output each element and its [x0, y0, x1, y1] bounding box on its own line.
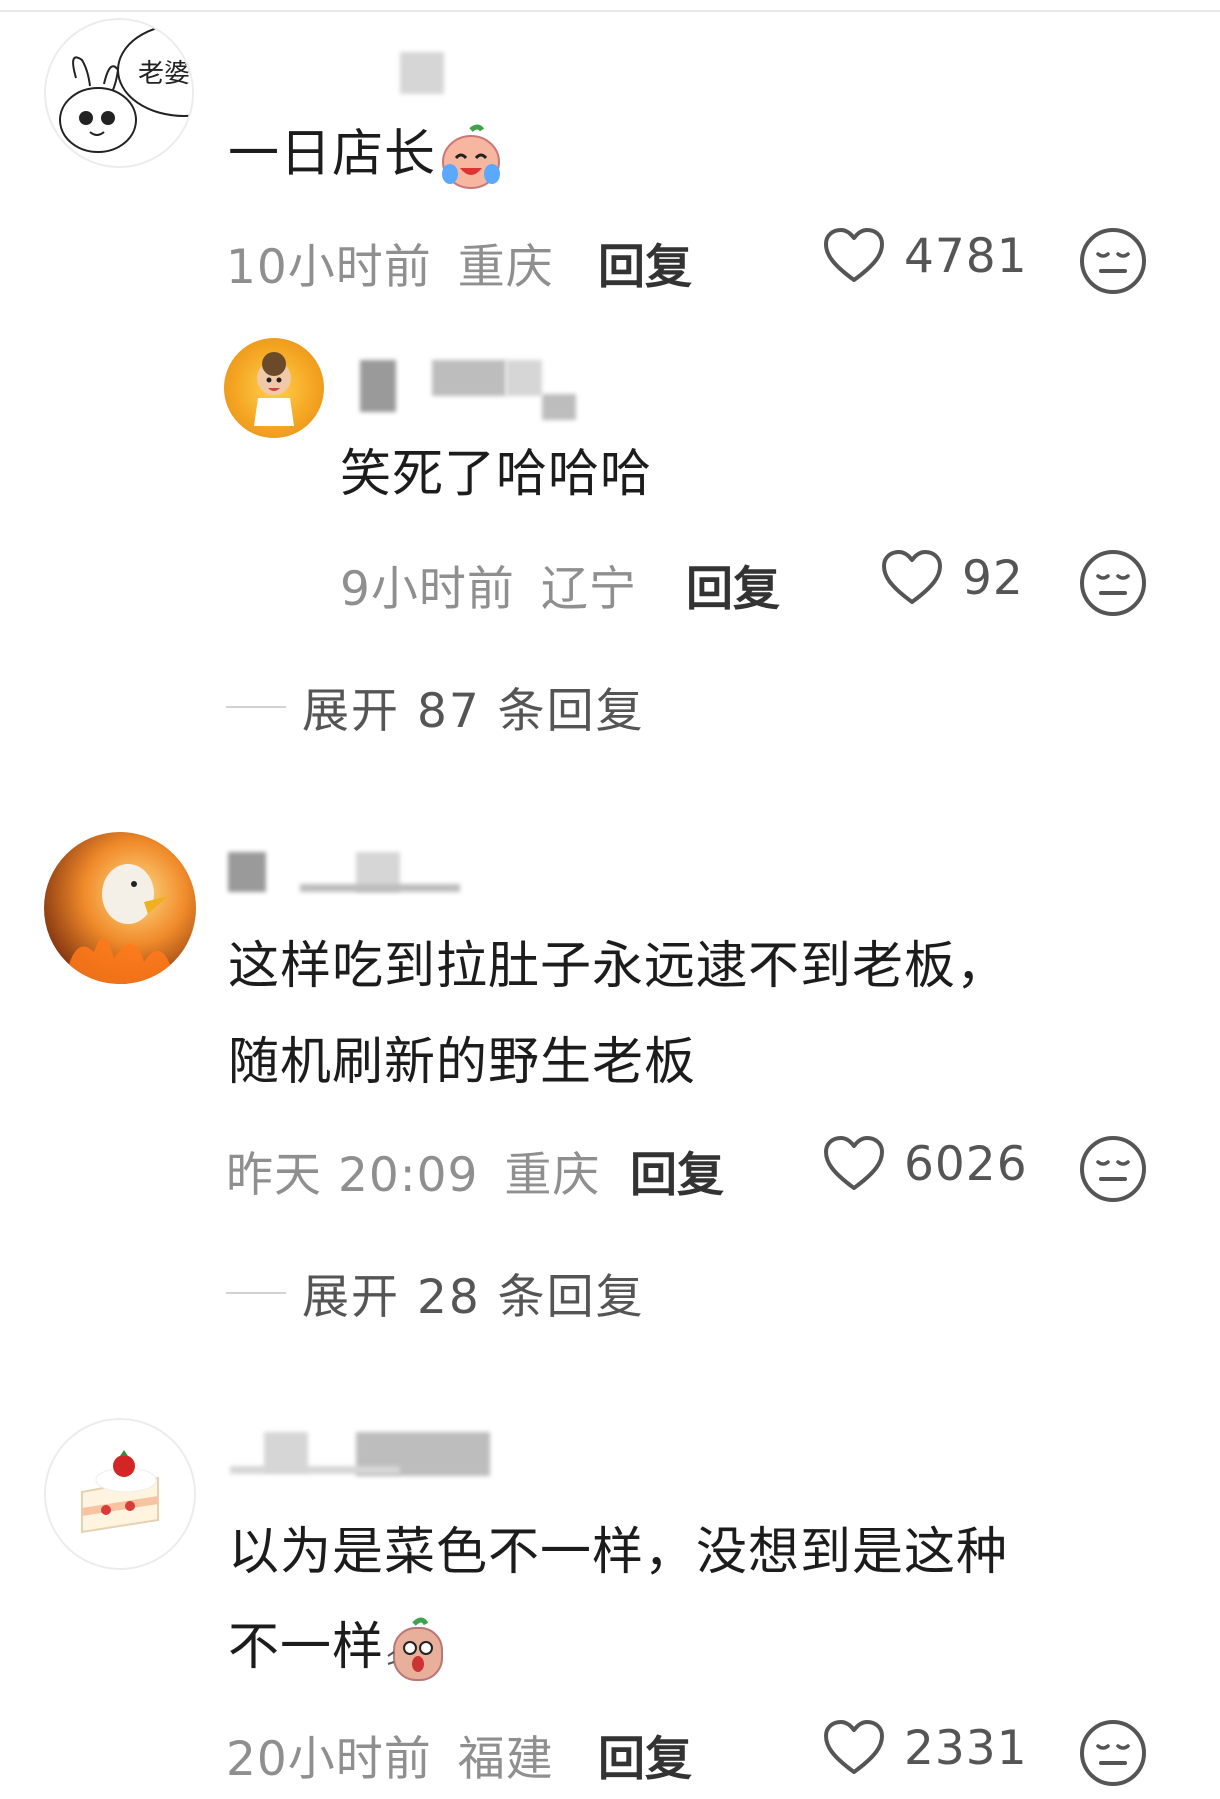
reply-like-count: 92 — [962, 550, 1024, 606]
reply-username-blurred-4[interactable] — [542, 394, 576, 420]
top-divider — [0, 0, 1220, 12]
dislike-face-icon[interactable] — [1078, 1134, 1148, 1204]
comment-text-line1: 以为是菜色不一样，没想到是这种 — [228, 1523, 1009, 1582]
crying-laughing-emoji-icon — [442, 124, 501, 189]
strawberry-cake-avatar-icon — [81, 1450, 159, 1534]
username-blurred[interactable] — [400, 52, 444, 94]
comment-location: 福建 — [457, 1732, 554, 1787]
comment-time: 10小时前 — [226, 240, 432, 295]
reply-location: 辽宁 — [540, 562, 637, 617]
expand-replies-button[interactable]: 展开 28 条回复 — [226, 1258, 645, 1327]
duck-fire-avatar-icon — [64, 864, 176, 984]
like-button[interactable]: 6026 — [822, 1134, 1028, 1194]
expand-divider — [226, 705, 286, 708]
reply-button[interactable]: 回复 — [598, 1720, 692, 1789]
heart-icon — [824, 1136, 884, 1190]
comment-text-line2: 随机刷新的野生老板 — [228, 1033, 697, 1092]
username-blurred-3[interactable] — [230, 1466, 400, 1474]
reply-button[interactable]: 回复 — [598, 228, 692, 297]
bunny-avatar-icon: 老婆 — [59, 23, 192, 153]
baby-avatar-icon — [254, 352, 294, 426]
reply-reply-button[interactable]: 回复 — [686, 550, 780, 619]
reply-username-blurred[interactable] — [360, 360, 396, 412]
like-count: 2331 — [904, 1720, 1028, 1776]
comment-text: 一日店长 — [228, 122, 506, 192]
expand-replies-label: 展开 28 条回复 — [302, 1270, 645, 1325]
reply-text: 笑死了哈哈哈 — [340, 445, 653, 504]
heart-icon — [824, 228, 884, 282]
comment-text-line2: 不一样 — [228, 1616, 452, 1684]
dislike-face-icon[interactable] — [1078, 226, 1148, 296]
like-count: 4781 — [904, 228, 1028, 284]
comment-meta: 20小时前 福建 — [226, 1720, 554, 1789]
reply-meta: 9小时前 辽宁 — [340, 550, 637, 619]
avatar[interactable] — [44, 1418, 196, 1570]
avatar[interactable] — [44, 832, 196, 984]
expand-replies-label: 展开 87 条回复 — [302, 684, 645, 739]
comment-meta: 10小时前 重庆 — [226, 228, 554, 297]
avatar[interactable]: 老婆 — [44, 18, 194, 168]
heart-icon — [882, 550, 942, 604]
like-button[interactable]: 4781 — [822, 226, 1028, 286]
reply-button[interactable]: 回复 — [630, 1136, 724, 1205]
comment-text-content: 一日店长 — [228, 125, 437, 184]
comment-time: 昨天 20:09 — [226, 1148, 479, 1203]
username-blurred-3[interactable] — [300, 884, 460, 892]
heart-icon — [824, 1720, 884, 1774]
comment-text-line2-content: 不一样 — [228, 1618, 385, 1677]
reply-dislike-face-icon[interactable] — [1078, 548, 1148, 618]
comment-location: 重庆 — [504, 1148, 601, 1203]
avatar-caption: 老婆 — [138, 59, 190, 89]
reply-username-blurred-2[interactable] — [432, 360, 506, 396]
reply-avatar[interactable] — [224, 338, 324, 438]
comment-time: 20小时前 — [226, 1732, 432, 1787]
dislike-face-icon[interactable] — [1078, 1718, 1148, 1788]
expand-divider — [226, 1291, 286, 1294]
reply-like-button[interactable]: 92 — [880, 548, 1024, 608]
expand-replies-button[interactable]: 展开 87 条回复 — [226, 672, 645, 741]
shocked-emoji-icon — [387, 1617, 444, 1681]
username-blurred[interactable] — [228, 852, 266, 892]
like-button[interactable]: 2331 — [822, 1718, 1028, 1778]
like-count: 6026 — [904, 1136, 1028, 1192]
comment-location: 重庆 — [457, 240, 554, 295]
reply-time: 9小时前 — [340, 562, 515, 617]
comment-meta: 昨天 20:09 重庆 — [226, 1136, 600, 1205]
reply-username-blurred-3[interactable] — [506, 360, 542, 396]
comment-text-line1: 这样吃到拉肚子永远逮不到老板， — [228, 937, 1009, 996]
